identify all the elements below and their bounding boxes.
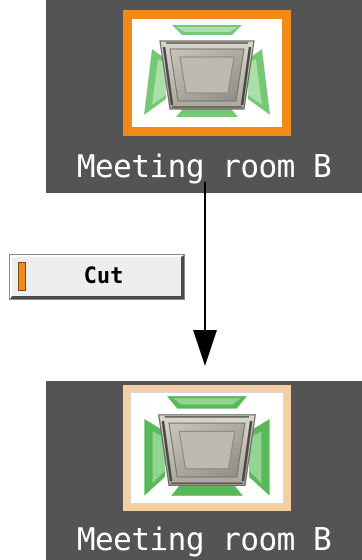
room-name-label: Meeting room B — [76, 522, 332, 558]
cut-indicator-icon — [18, 262, 26, 291]
arrow-down-icon — [193, 182, 217, 366]
room-name-label: Meeting room B — [76, 149, 332, 185]
unit-tile-selected[interactable] — [123, 10, 291, 136]
group-panel-after: Meeting room B — [46, 381, 362, 560]
group-panel-before: Meeting room B — [46, 0, 362, 193]
cut-button[interactable]: Cut — [10, 255, 184, 299]
cassette-ac-unit-icon — [144, 396, 270, 496]
cassette-ac-unit-icon — [144, 25, 270, 117]
cut-button-label: Cut — [83, 264, 124, 289]
unit-tile-cut[interactable] — [123, 385, 291, 511]
